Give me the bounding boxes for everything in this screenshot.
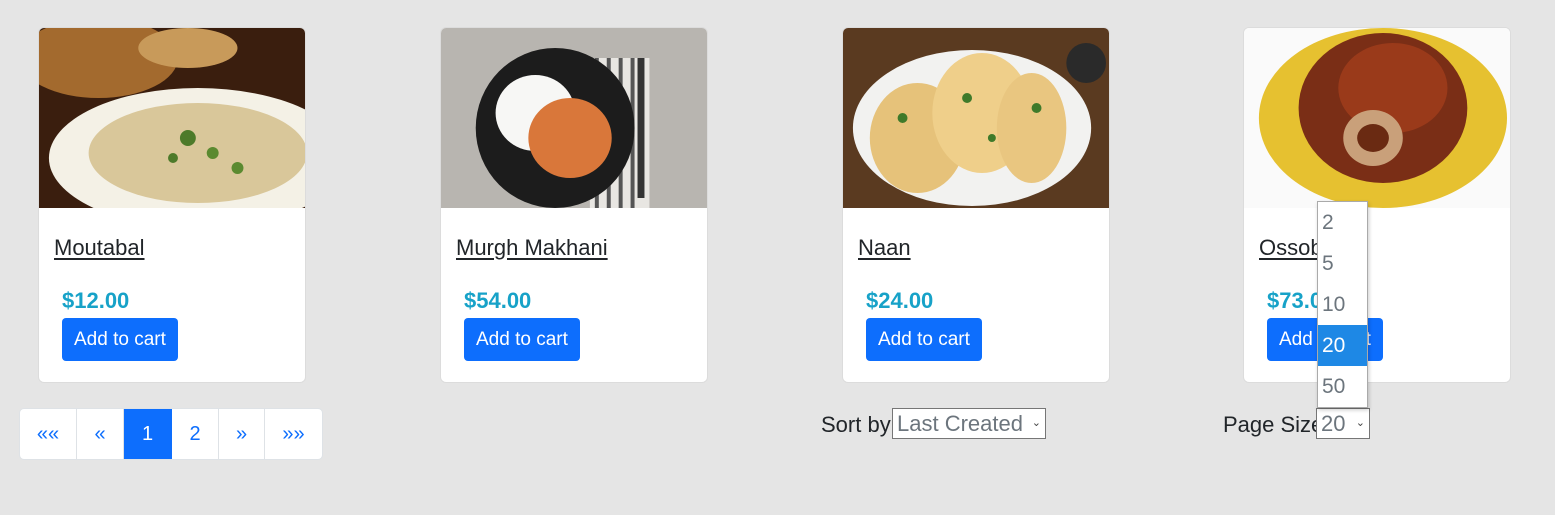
product-card-moutabal: Moutabal $12.00 Add to cart (38, 27, 306, 383)
page-size-option[interactable]: 5 (1318, 243, 1367, 284)
page-size-value: 20 (1321, 410, 1346, 436)
page-size-option-selected[interactable]: 20 (1318, 325, 1367, 366)
sort-by-label: Sort by (821, 412, 891, 437)
page-size-label: Page Size (1223, 412, 1324, 437)
pagination: «« « 1 2 » »» (19, 408, 323, 460)
product-card-murgh-makhani: Murgh Makhani $54.00 Add to cart (440, 27, 708, 383)
next-page-button[interactable]: » (219, 409, 265, 459)
product-image[interactable] (441, 28, 707, 208)
page-size-option[interactable]: 10 (1318, 284, 1367, 325)
page-2-button[interactable]: 2 (172, 409, 219, 459)
page-size-select[interactable]: 20 ⌄ (1316, 408, 1370, 439)
product-image[interactable] (843, 28, 1109, 208)
product-card-ossobuco: Ossobuco $73.00 Add to cart (1243, 27, 1511, 383)
add-to-cart-button[interactable]: Add to cart (464, 318, 580, 361)
product-price: $12.00 (62, 288, 130, 313)
page-size-option[interactable]: 2 (1318, 202, 1367, 243)
product-price: $54.00 (464, 288, 532, 313)
add-to-cart-button[interactable]: Add to cart (866, 318, 982, 361)
last-page-button[interactable]: »» (265, 409, 322, 459)
page-size-option[interactable]: 50 (1318, 366, 1367, 407)
product-image[interactable] (39, 28, 305, 208)
product-card-naan: Naan $24.00 Add to cart (842, 27, 1110, 383)
previous-page-button[interactable]: « (77, 409, 124, 459)
product-name-link[interactable]: Murgh Makhani (456, 235, 608, 261)
first-page-button[interactable]: «« (20, 409, 77, 459)
chevron-down-icon: ⌄ (1031, 417, 1041, 429)
add-to-cart-button[interactable]: Add to cart (62, 318, 178, 361)
product-image[interactable] (1244, 28, 1510, 208)
product-name-link[interactable]: Naan (858, 235, 911, 261)
page-size-dropdown: 2 5 10 20 50 (1317, 201, 1368, 408)
sort-by-value: Last Created (897, 410, 1023, 436)
product-price: $24.00 (866, 288, 934, 313)
chevron-down-icon: ⌄ (1355, 417, 1365, 429)
product-name-link[interactable]: Moutabal (54, 235, 145, 261)
page-1-button[interactable]: 1 (124, 409, 172, 459)
sort-by-select[interactable]: Last Created ⌄ (892, 408, 1046, 439)
